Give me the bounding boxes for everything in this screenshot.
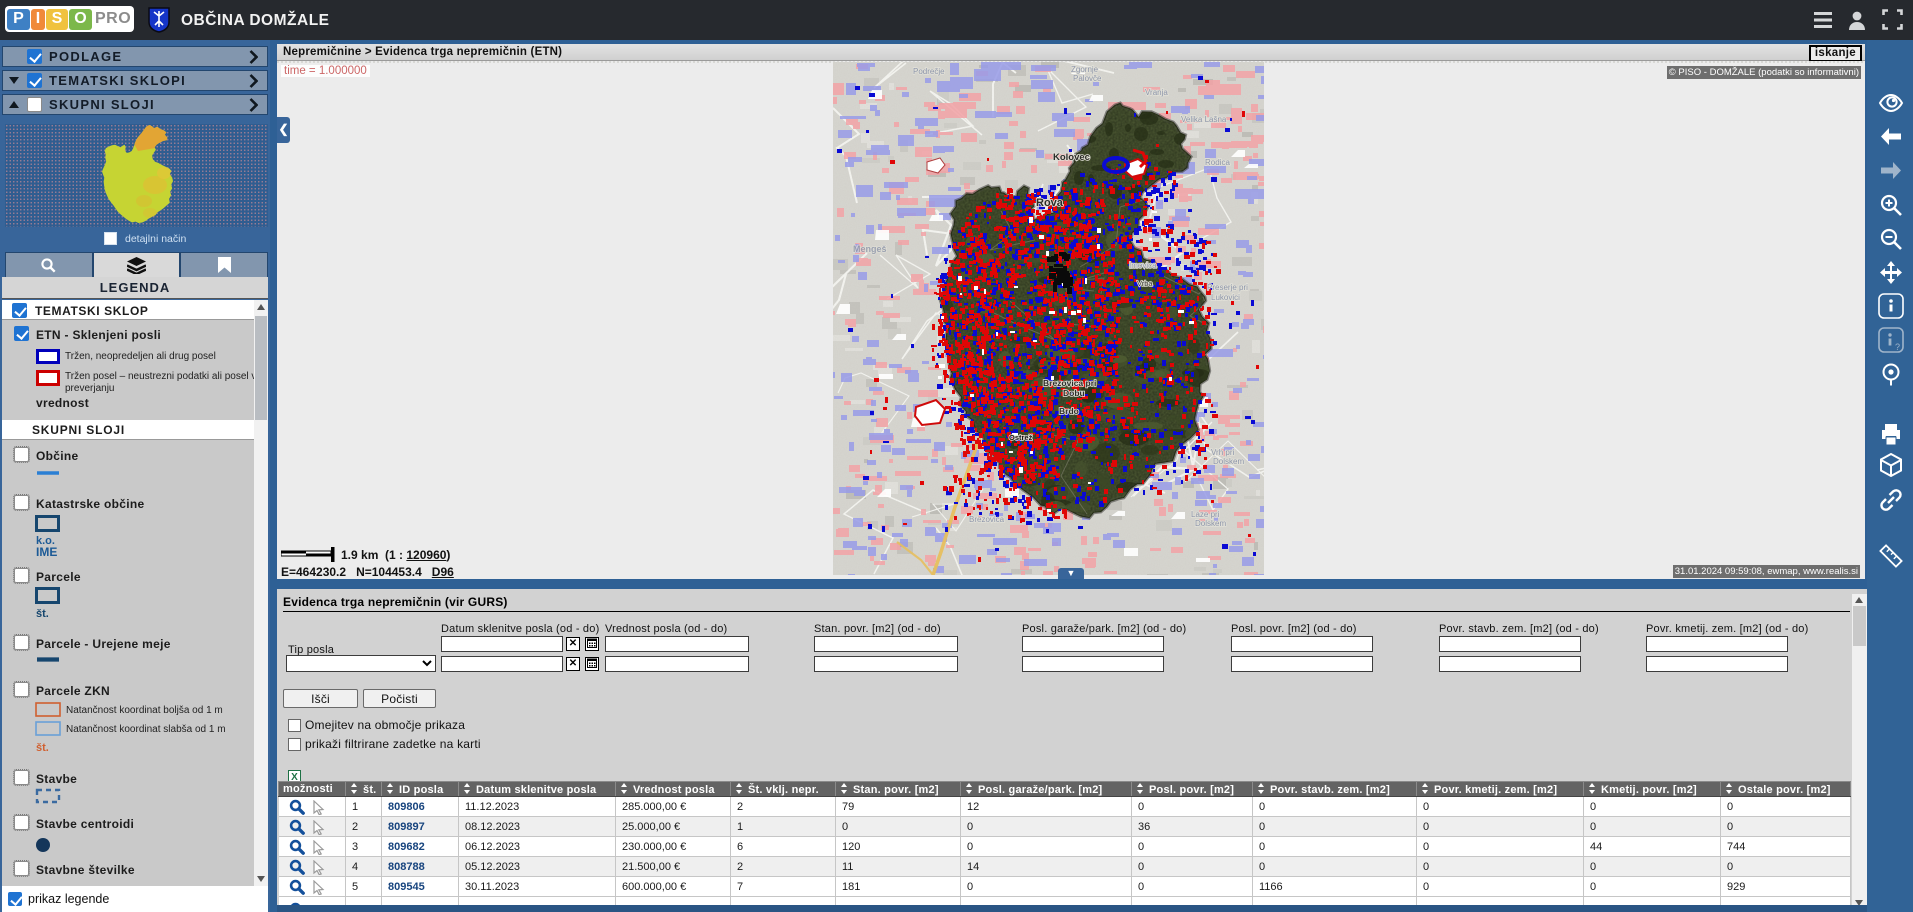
svg-text:Lukovici: Lukovici	[1211, 293, 1240, 302]
svg-text:Ostrež: Ostrež	[1009, 433, 1033, 442]
svg-text:Dolskem: Dolskem	[1213, 457, 1244, 466]
svg-text:Vranja: Vranja	[1145, 88, 1168, 97]
svg-text:Imovica: Imovica	[1129, 261, 1157, 270]
svg-text:Dobu: Dobu	[1063, 388, 1085, 398]
svg-text:Kolovec: Kolovec	[1053, 152, 1090, 163]
svg-text:Podrečje: Podrečje	[913, 67, 945, 76]
svg-text:Dolskem: Dolskem	[1195, 519, 1226, 528]
svg-text:Palovče: Palovče	[1073, 74, 1102, 83]
svg-text:Laze pri: Laze pri	[1191, 510, 1220, 519]
svg-text:Brdo: Brdo	[1059, 406, 1079, 416]
svg-text:Preserje pri: Preserje pri	[1207, 283, 1248, 292]
svg-text:Brezovica pri: Brezovica pri	[1043, 378, 1096, 388]
svg-text:Brezovica: Brezovica	[969, 515, 1005, 524]
svg-text:Mengeš: Mengeš	[853, 244, 887, 254]
svg-text:Velika Lašna: Velika Lašna	[1181, 115, 1227, 124]
svg-text:Rova: Rova	[1036, 197, 1064, 209]
svg-text:Vrba: Vrba	[1137, 279, 1153, 288]
svg-text:Rodica: Rodica	[1205, 158, 1230, 167]
svg-text:Vrh pri: Vrh pri	[1211, 448, 1234, 457]
svg-text:Zgornje: Zgornje	[1071, 65, 1099, 74]
svg-text:?: ?	[1895, 342, 1900, 352]
